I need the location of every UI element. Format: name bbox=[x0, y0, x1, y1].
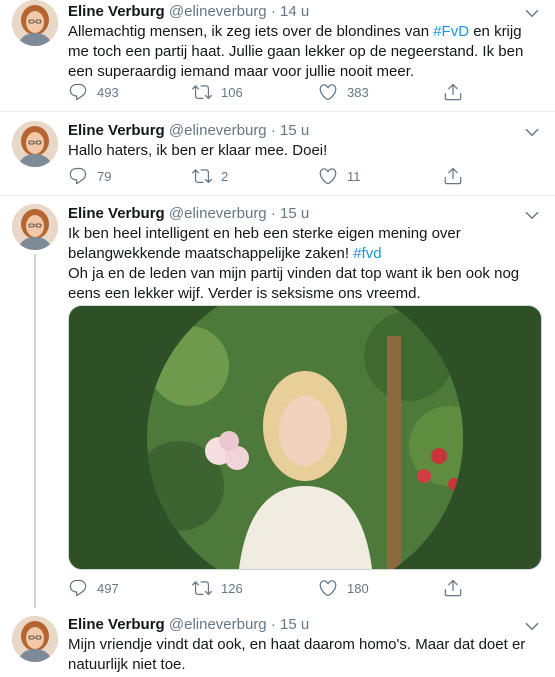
photo-woman-with-roses bbox=[69, 306, 541, 569]
tweet-header: Eline Verburg @elineverburg · 15 u bbox=[68, 615, 309, 635]
separator-dot: · bbox=[270, 205, 276, 222]
retweet-button[interactable]: 126 bbox=[192, 576, 243, 600]
tweet-header: Eline Verburg @elineverburg · 15 u bbox=[68, 204, 309, 224]
avatar[interactable] bbox=[12, 616, 58, 662]
hashtag-link[interactable]: #fvd bbox=[353, 245, 381, 262]
timestamp[interactable]: 15 u bbox=[280, 205, 309, 222]
tweet-text-line2: Oh ja en de leden van mijn partij vinden… bbox=[68, 265, 520, 302]
author-handle[interactable]: @elineverburg bbox=[169, 616, 267, 633]
chevron-down-icon[interactable] bbox=[523, 206, 541, 224]
avatar[interactable] bbox=[12, 204, 58, 250]
share-icon bbox=[443, 578, 463, 598]
retweet-icon bbox=[192, 578, 212, 598]
heart-icon bbox=[318, 578, 338, 598]
separator-dot: · bbox=[270, 616, 276, 633]
retweet-count: 126 bbox=[221, 580, 243, 596]
like-button[interactable]: 180 bbox=[318, 576, 369, 600]
author-handle[interactable]: @elineverburg bbox=[169, 205, 267, 222]
tweet-4[interactable]: Eline Verburg @elineverburg · 15 u Mijn … bbox=[0, 610, 555, 677]
tweet-image[interactable] bbox=[68, 305, 542, 570]
tweet-text: Mijn vriendje vindt dat ook, en haat daa… bbox=[68, 636, 526, 673]
reply-count: 497 bbox=[97, 580, 119, 596]
share-button[interactable] bbox=[443, 576, 463, 600]
like-count: 180 bbox=[347, 580, 369, 596]
thread-line bbox=[34, 254, 36, 608]
tweet-actions: 497 126 180 bbox=[68, 576, 538, 600]
author-name[interactable]: Eline Verburg bbox=[68, 205, 165, 222]
reply-button[interactable]: 497 bbox=[68, 576, 119, 600]
author-name[interactable]: Eline Verburg bbox=[68, 616, 165, 633]
chevron-down-icon[interactable] bbox=[523, 617, 541, 635]
tweet-3[interactable]: Eline Verburg @elineverburg · 15 u Ik be… bbox=[0, 0, 555, 610]
timestamp[interactable]: 15 u bbox=[280, 616, 309, 633]
reply-icon bbox=[68, 578, 88, 598]
text-segment: Ik ben heel intelligent en heb een sterk… bbox=[68, 225, 461, 262]
tweet-text: Ik ben heel intelligent en heb een sterk… bbox=[68, 224, 538, 264]
